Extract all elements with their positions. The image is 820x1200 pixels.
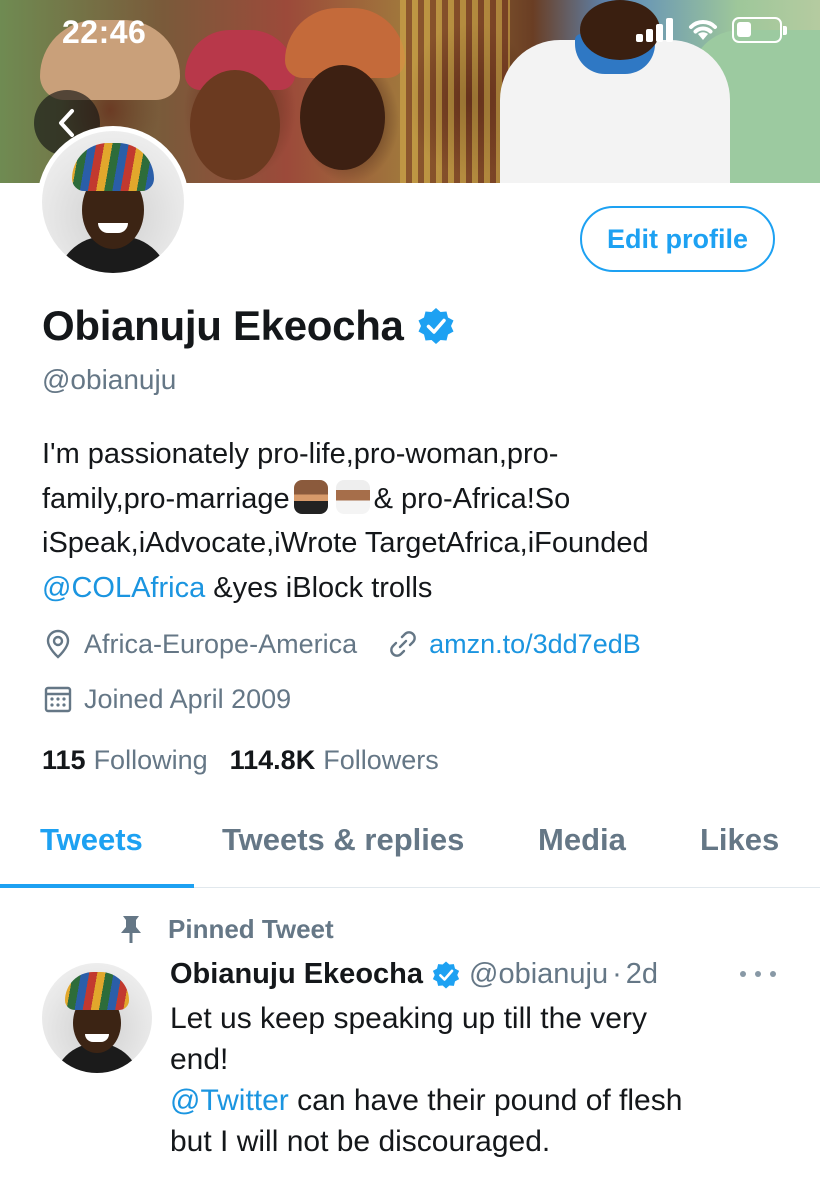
profile-joined-row: Joined April 2009 xyxy=(42,683,291,715)
active-tab-indicator xyxy=(0,884,194,888)
pin-icon xyxy=(121,916,141,943)
avatar-image xyxy=(42,131,184,273)
bio-line-3: iSpeak,iAdvocate,iWrote TargetAfrica,iFo… xyxy=(42,527,649,559)
profile-meta-row: Africa-Europe-America amzn.to/3dd7edB xyxy=(42,628,641,660)
bio-line-4-rest: &yes iBlock trolls xyxy=(213,571,433,604)
man-in-tuxedo-emoji xyxy=(293,479,328,514)
cellular-signal-icon xyxy=(636,18,674,42)
bio-line-1: I'm passionately pro-life,pro-woman,pro- xyxy=(42,438,559,470)
edit-profile-button[interactable]: Edit profile xyxy=(580,206,775,272)
profile-display-name: Obianuju Ekeocha xyxy=(42,302,404,349)
tweet-header: Obianuju Ekeocha @obianuju · 2d xyxy=(170,958,658,991)
calendar-icon xyxy=(44,686,72,713)
profile-joined-date: Joined April 2009 xyxy=(84,683,292,714)
tweet-more-options-icon[interactable] xyxy=(740,964,776,984)
verified-badge-icon xyxy=(432,961,460,988)
tweet-author-avatar[interactable] xyxy=(42,963,152,1073)
bio-line-4: @COLAfrica &yes iBlock trolls xyxy=(42,566,782,611)
followers-label[interactable]: Followers xyxy=(323,745,439,776)
bio-line-2-rest: & pro-Africa!So xyxy=(373,482,571,515)
following-label[interactable]: Following xyxy=(94,745,208,776)
location-pin-icon xyxy=(46,629,70,659)
tweet-text-line-1: Let us keep speaking up till the very xyxy=(170,1002,647,1035)
tweet-text-line-2: end! xyxy=(170,1043,229,1076)
profile-avatar[interactable] xyxy=(37,126,189,278)
verified-badge-icon xyxy=(418,308,454,344)
bio-mention-link[interactable]: @COLAfrica xyxy=(42,572,205,604)
battery-icon xyxy=(732,17,787,43)
followers-count[interactable]: 114.8K xyxy=(230,745,316,776)
tab-media[interactable]: Media xyxy=(538,822,626,858)
bride-with-veil-emoji xyxy=(335,479,370,514)
tweet-author-handle[interactable]: @obianuju xyxy=(469,958,608,991)
status-bar: 22:46 xyxy=(0,0,820,60)
tab-tweets-and-replies[interactable]: Tweets & replies xyxy=(222,822,464,858)
tweet-meta-separator: · xyxy=(612,958,622,990)
link-icon xyxy=(390,631,416,657)
profile-location: Africa-Europe-America xyxy=(84,628,358,659)
status-time: 22:46 xyxy=(62,14,147,50)
tweet-timestamp[interactable]: 2d xyxy=(626,958,658,991)
wifi-icon xyxy=(689,20,717,40)
tweet-body[interactable]: Let us keep speaking up till the very en… xyxy=(170,998,790,1162)
tweet-author-name[interactable]: Obianuju Ekeocha xyxy=(170,958,423,991)
profile-stats: 115 Following 114.8K Followers xyxy=(42,745,439,776)
profile-bio: I'm passionately pro-life,pro-woman,pro-… xyxy=(42,432,782,610)
pinned-tweet-label-row: Pinned Tweet xyxy=(114,912,334,946)
pinned-tweet-label: Pinned Tweet xyxy=(168,913,334,944)
profile-name-row: Obianuju Ekeocha xyxy=(42,302,456,350)
tweet-text-line-4: but I will not be discouraged. xyxy=(170,1125,551,1158)
following-count[interactable]: 115 xyxy=(42,745,86,776)
tweet-mention-link[interactable]: @Twitter xyxy=(170,1084,289,1117)
profile-website-link[interactable]: amzn.to/3dd7edB xyxy=(429,629,641,660)
tweet-text-line-3-rest: can have their pound of flesh xyxy=(297,1084,683,1117)
profile-handle: @obianuju xyxy=(42,364,177,395)
profile-tabs: Tweets Tweets & replies Media Likes xyxy=(0,800,820,888)
bio-line-2: family,pro-marriage & pro-Africa!So xyxy=(42,477,782,522)
tab-likes[interactable]: Likes xyxy=(700,822,779,858)
tweet-text-line-3: @Twitter can have their pound of flesh xyxy=(170,1080,790,1121)
tab-tweets[interactable]: Tweets xyxy=(40,822,143,858)
bio-line-2-text: family,pro-marriage xyxy=(42,482,290,515)
